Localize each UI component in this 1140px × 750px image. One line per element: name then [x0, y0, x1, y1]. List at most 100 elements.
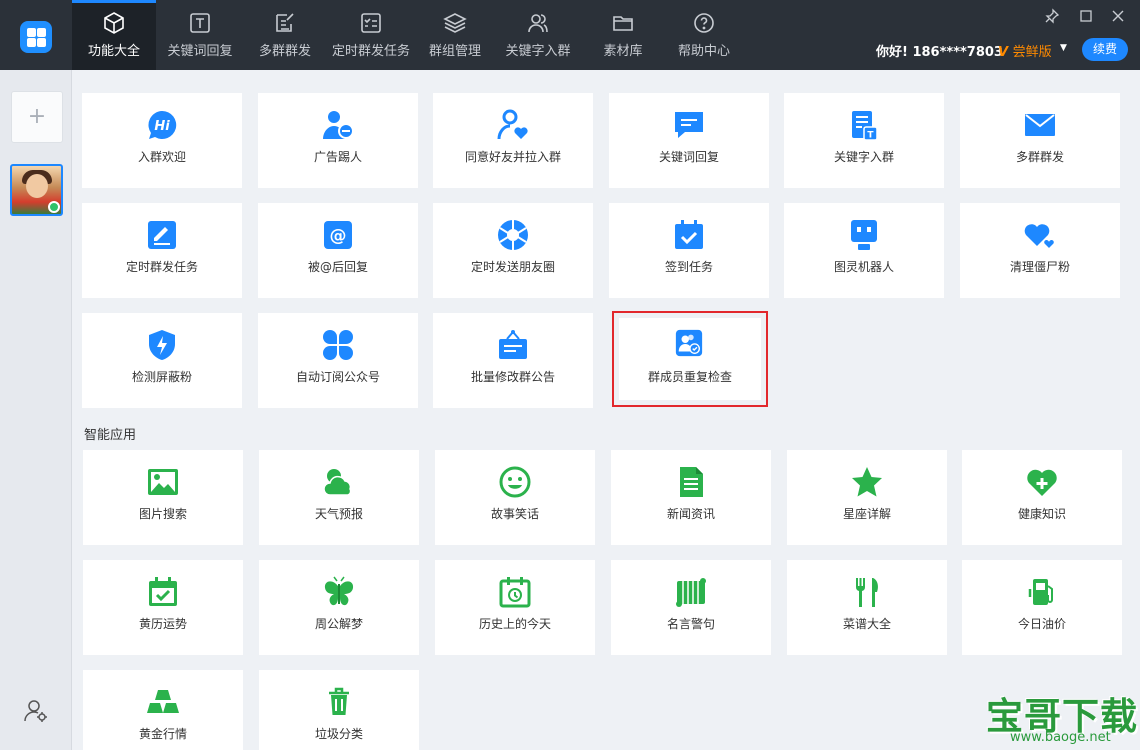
renew-button[interactable]: 续费	[1082, 38, 1128, 61]
feature-card-clean-zombie[interactable]: 清理僵尸粉	[960, 203, 1120, 298]
smart-card-jokes[interactable]: 故事笑话	[435, 450, 595, 545]
feature-card-accept-invite[interactable]: 同意好友并拉入群	[433, 93, 593, 188]
user-heart-icon	[497, 109, 528, 140]
nav-tab-features[interactable]: 功能大全	[72, 0, 156, 70]
cube-icon	[104, 12, 124, 34]
smiley-icon	[499, 466, 531, 498]
envelope-icon	[1025, 114, 1055, 136]
fork-knife-icon	[855, 578, 878, 607]
nav-tab-keyword-join[interactable]: 关键字入群	[494, 0, 582, 70]
site-watermark: 宝哥下载 www.baoge.net	[982, 686, 1137, 748]
edit-doc-icon	[276, 13, 294, 32]
help-icon	[694, 13, 714, 33]
top-bar: 功能大全 关键词回复 多群群发 定时群发任务 群组管理 关键字入群 素材库 帮助…	[0, 0, 1140, 70]
pin-icon[interactable]	[1044, 8, 1060, 24]
smart-card-health[interactable]: 健康知识	[962, 450, 1122, 545]
shield-bolt-icon	[149, 330, 175, 360]
smart-card-horoscope[interactable]: 星座详解	[787, 450, 947, 545]
feature-card-keyword-reply[interactable]: 关键词回复	[609, 93, 769, 188]
user-greeting: 你好! 186****7803	[876, 45, 1003, 60]
nav-tab-materials[interactable]: 素材库	[582, 0, 664, 70]
smart-card-almanac[interactable]: 黄历运势	[83, 560, 243, 655]
star-icon	[852, 467, 882, 497]
gold-bars-icon	[147, 690, 179, 713]
nav-tab-scheduled-send[interactable]: 定时群发任务	[326, 0, 416, 70]
close-icon[interactable]	[1110, 8, 1126, 24]
trash-icon	[329, 687, 349, 715]
calendar-check-icon	[675, 220, 703, 249]
hearts-icon	[1024, 224, 1056, 251]
feature-card-turing-robot[interactable]: 图灵机器人	[784, 203, 944, 298]
svg-text:T: T	[867, 131, 874, 141]
main-nav: 功能大全 关键词回复 多群群发 定时群发任务 群组管理 关键字入群 素材库 帮助…	[72, 0, 744, 70]
smart-apps-heading: 智能应用	[84, 428, 137, 443]
robot-icon	[851, 220, 877, 250]
nav-tab-keyword-reply[interactable]: 关键词回复	[156, 0, 244, 70]
feature-card-keyword-join[interactable]: T 关键字入群	[784, 93, 944, 188]
butterfly-icon	[324, 576, 354, 606]
smart-card-image-search[interactable]: 图片搜索	[83, 450, 243, 545]
smart-card-gold[interactable]: 黄金行情	[83, 670, 243, 750]
add-account-button[interactable]: +	[11, 91, 63, 143]
nav-tab-multi-send[interactable]: 多群群发	[244, 0, 326, 70]
hi-bubble-icon: Hi	[148, 110, 177, 139]
at-icon: @	[324, 221, 352, 249]
notice-board-icon	[499, 330, 527, 359]
maximize-icon[interactable]	[1078, 8, 1094, 24]
chat-bubble-icon	[675, 112, 703, 138]
version-v-icon: V	[998, 45, 1013, 60]
user-minus-icon	[323, 111, 354, 139]
member-check-icon	[675, 329, 703, 357]
nav-tab-group-manage[interactable]: 群组管理	[416, 0, 494, 70]
feature-card-join-welcome[interactable]: Hi 入群欢迎	[82, 93, 242, 188]
svg-text:Hi: Hi	[154, 119, 170, 134]
account-avatar[interactable]	[10, 164, 63, 216]
calendar-icon	[149, 577, 177, 606]
news-doc-icon	[680, 467, 703, 497]
checklist-icon	[361, 13, 381, 33]
feature-card-ad-kick[interactable]: 广告踢人	[258, 93, 418, 188]
version-badge[interactable]: V 尝鲜版	[998, 41, 1052, 60]
smart-card-weather[interactable]: 天气预报	[259, 450, 419, 545]
feature-card-at-reply[interactable]: @ 被@后回复	[258, 203, 418, 298]
feature-card-multi-send[interactable]: 多群群发	[960, 93, 1120, 188]
history-calendar-icon	[499, 577, 531, 608]
smart-card-dream[interactable]: 周公解梦	[259, 560, 419, 655]
watermark-url: www.baoge.net	[1010, 730, 1111, 745]
users-icon	[528, 14, 548, 33]
layers-icon	[443, 13, 467, 33]
weather-icon	[323, 469, 352, 496]
folder-icon	[613, 16, 633, 31]
fuel-pump-icon	[1028, 579, 1053, 605]
smart-card-news[interactable]: 新闻资讯	[611, 450, 771, 545]
aperture-icon	[498, 220, 528, 250]
nav-tab-help[interactable]: 帮助中心	[664, 0, 744, 70]
smart-card-quotes[interactable]: 名言警句	[611, 560, 771, 655]
feature-card-detect-blocked[interactable]: 检测屏蔽粉	[82, 313, 242, 408]
scroll-icon	[676, 578, 706, 607]
chevron-down-icon[interactable]: ▼	[1060, 43, 1067, 53]
user-settings-icon[interactable]	[23, 698, 49, 724]
feature-card-batch-notice[interactable]: 批量修改群公告	[433, 313, 593, 408]
feature-card-scheduled-send[interactable]: 定时群发任务	[82, 203, 242, 298]
feature-card-member-duplicate-check[interactable]: 群成员重复检查	[612, 311, 768, 407]
image-icon	[148, 469, 178, 495]
clover-icon	[323, 330, 353, 360]
smart-card-oil-price[interactable]: 今日油价	[962, 560, 1122, 655]
app-logo-icon	[20, 21, 52, 53]
smart-card-recipes[interactable]: 菜谱大全	[787, 560, 947, 655]
feature-card-auto-subscribe[interactable]: 自动订阅公众号	[258, 313, 418, 408]
heart-plus-icon	[1027, 469, 1057, 496]
account-sidebar: +	[0, 70, 72, 750]
feature-card-checkin[interactable]: 签到任务	[609, 203, 769, 298]
svg-text:@: @	[330, 226, 347, 246]
version-label: 尝鲜版	[1012, 45, 1052, 60]
online-status-dot	[48, 201, 60, 213]
smart-card-history-today[interactable]: 历史上的今天	[435, 560, 595, 655]
text-t-icon	[190, 13, 210, 33]
main-panel: Hi 入群欢迎 广告踢人 同意好友并拉入群 关键词回复 T 关键字入群 多群群发…	[72, 70, 1140, 750]
doc-t-icon: T	[852, 111, 878, 141]
smart-card-garbage-sort[interactable]: 垃圾分类	[259, 670, 419, 750]
pencil-box-icon	[148, 221, 176, 249]
feature-card-moments[interactable]: 定时发送朋友圈	[433, 203, 593, 298]
